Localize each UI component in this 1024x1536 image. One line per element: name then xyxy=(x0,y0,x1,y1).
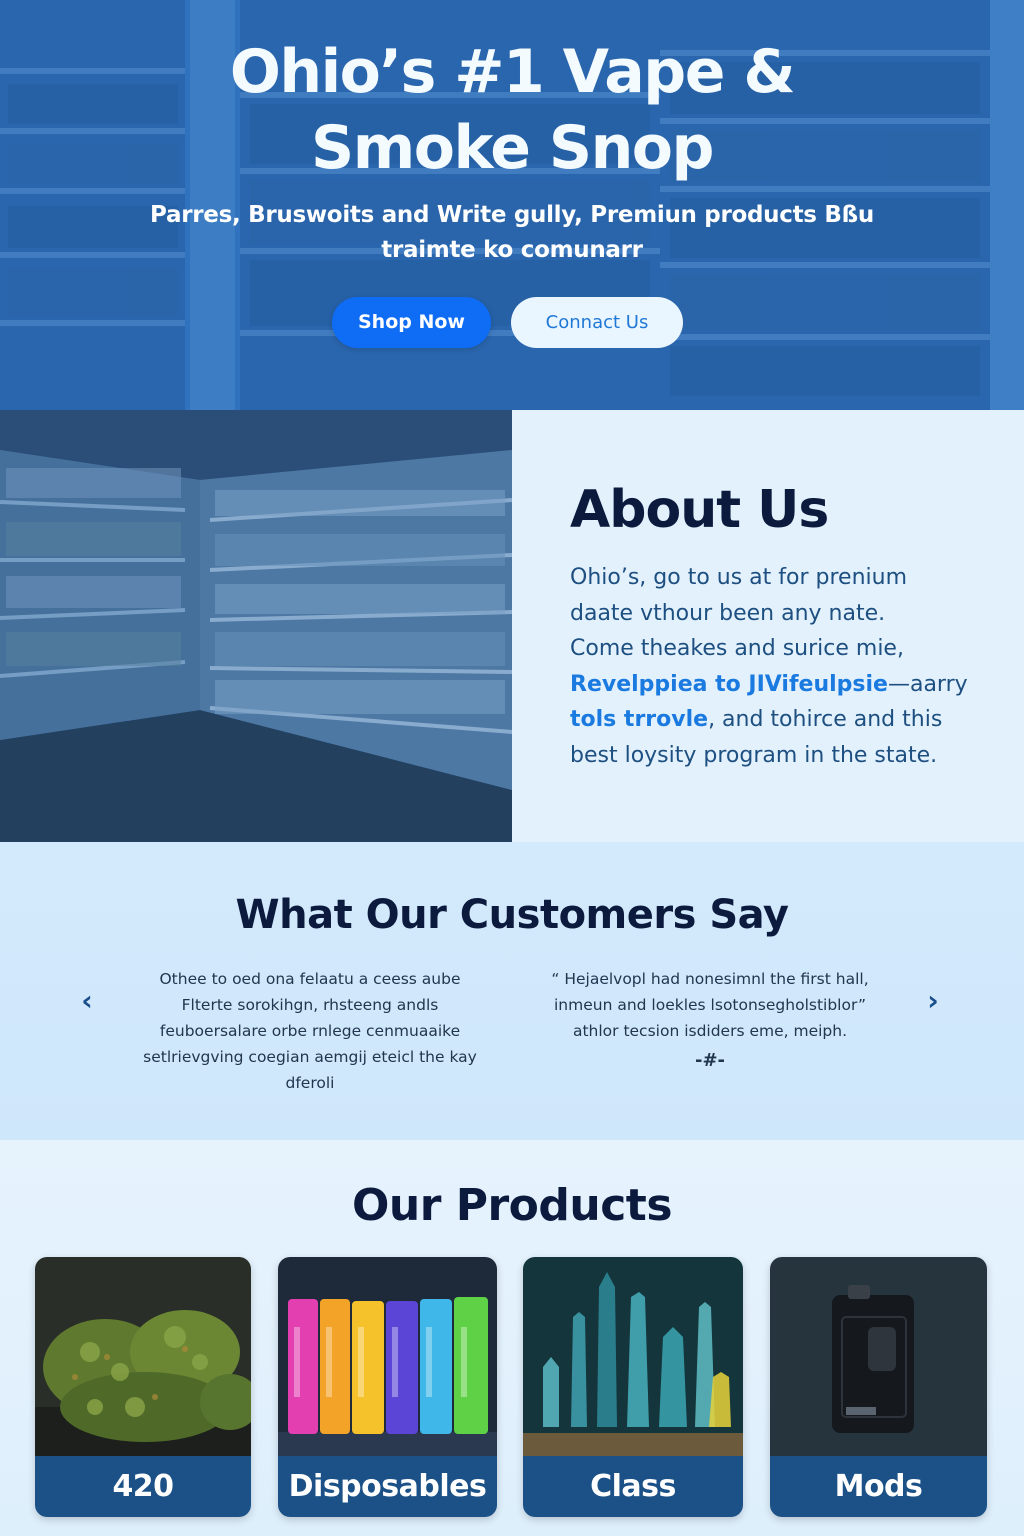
chevron-right-icon[interactable]: › xyxy=(918,986,948,1016)
chevron-left-icon[interactable]: ‹ xyxy=(72,986,102,1016)
disposable-vapes-image xyxy=(278,1257,497,1457)
about-line: tols trrovle, and tohirce and this xyxy=(570,702,970,738)
store-interior-image xyxy=(0,410,512,842)
about-line-rest: , and tohirce and this xyxy=(708,707,943,732)
about-section: About Us Ohio’s, go to us at for prenium… xyxy=(512,410,1024,842)
product-card-glass[interactable]: Class xyxy=(523,1257,743,1517)
products-section: Our Products 420 Disposables Class Mods xyxy=(0,1140,1024,1536)
product-card-disposables[interactable]: Disposables xyxy=(278,1257,497,1517)
hero-title: Ohio’s #1 Vape & Smoke Snop xyxy=(229,37,796,183)
glass-pieces-image xyxy=(523,1257,743,1457)
testimonial-quote: “ Hejaelvopl had nonesimnl the first hal… xyxy=(551,970,869,1040)
testimonial-quote: Othee to oed ona felaatu a ceess aube Fl… xyxy=(143,970,477,1092)
about-line: daate vthour been any nate. xyxy=(570,600,886,626)
testimonial-author: -#- xyxy=(694,1050,726,1071)
hero-section: Ohio’s #1 Vape & Smoke Snop Parres, Brus… xyxy=(0,0,1024,410)
about-link[interactable]: Revelppiea to JIVifeulpsie xyxy=(570,672,888,697)
store-interior-illustration xyxy=(0,410,512,842)
about-title: About Us xyxy=(570,480,829,540)
about-line: Revelppiea to JIVifeulpsie—aarry xyxy=(570,667,970,703)
contact-us-button[interactable]: Connact Us xyxy=(511,297,683,348)
about-text: Ohio’s, go to us at for prenium daate vt… xyxy=(570,560,970,773)
hero-subtitle: Parres, Bruswoits and Write gully, Premi… xyxy=(150,202,874,263)
cannabis-buds-image xyxy=(35,1257,251,1457)
product-card-mods[interactable]: Mods xyxy=(770,1257,987,1517)
products-title: Our Products xyxy=(351,1180,673,1231)
about-line: Come theakes and surice mie, xyxy=(570,636,904,661)
about-link[interactable]: tols trrovle xyxy=(570,707,708,732)
product-label: 420 xyxy=(35,1456,251,1517)
product-label: Disposables xyxy=(278,1456,497,1517)
product-label: Mods xyxy=(770,1456,987,1517)
product-card-420[interactable]: 420 xyxy=(35,1257,251,1517)
vape-mod-image xyxy=(770,1257,987,1457)
about-line: Ohio’s, go to us at for prenium xyxy=(570,565,908,590)
about-line: best loysity program in the state. xyxy=(570,742,938,768)
testimonials-title: What Our Customers Say xyxy=(235,892,789,938)
product-label: Class xyxy=(523,1456,743,1517)
about-line-rest: —aarry xyxy=(887,671,968,697)
testimonials-section: What Our Customers Say ‹ Othee to oed on… xyxy=(0,842,1024,1140)
shop-now-button[interactable]: Shop Now xyxy=(332,297,491,348)
